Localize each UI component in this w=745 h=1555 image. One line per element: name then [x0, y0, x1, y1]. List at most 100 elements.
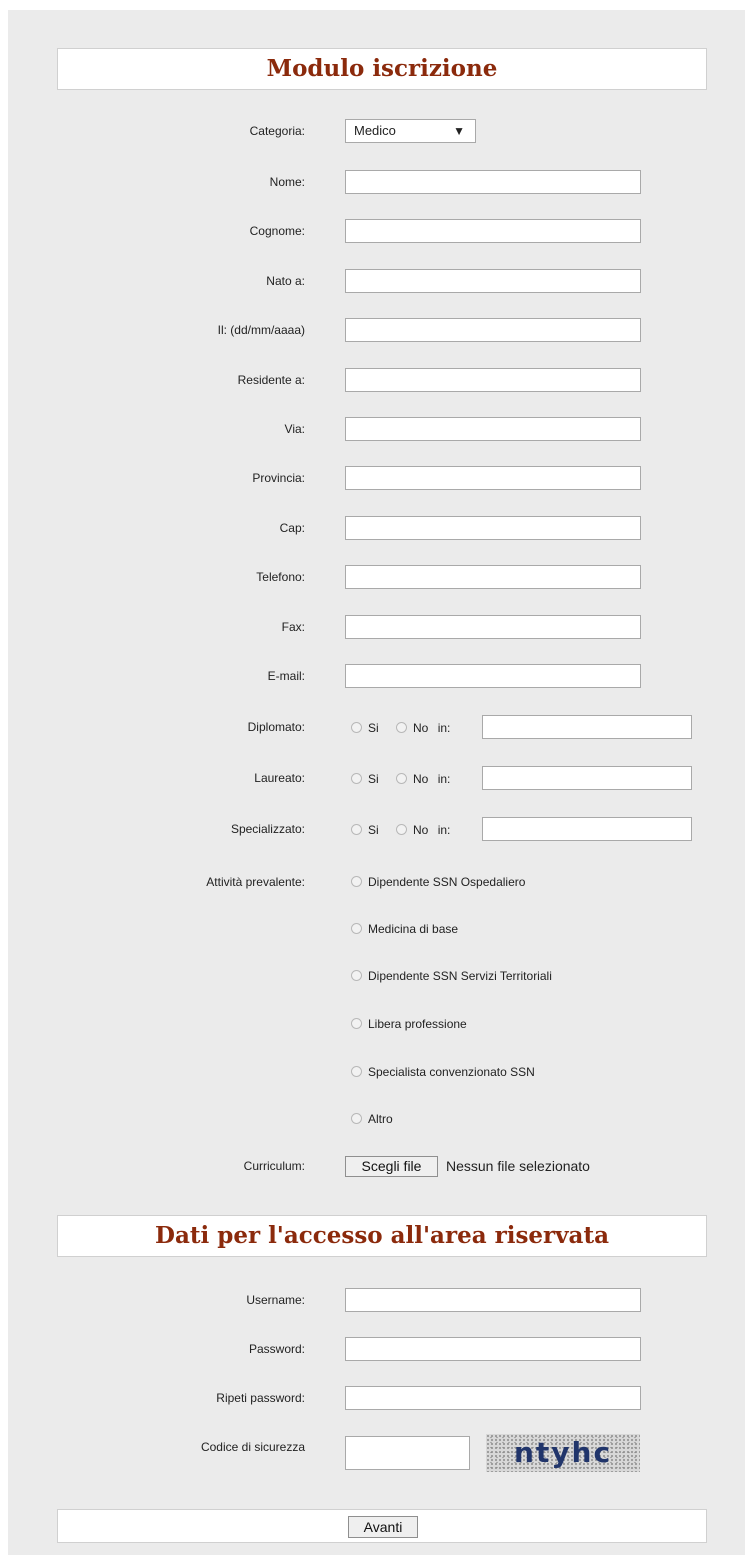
si-label: Si: [368, 720, 379, 735]
laureato-no-radio[interactable]: [396, 773, 408, 785]
laureato-label: Laureato:: [254, 771, 305, 785]
password-label: Password:: [248, 1342, 305, 1356]
no-label: No: [413, 720, 429, 735]
repeat-password-label: Ripeti password:: [216, 1391, 305, 1405]
fax-input[interactable]: [345, 615, 641, 639]
form-footer: Avanti: [57, 1509, 707, 1543]
diplomato-options: Si No in:: [351, 715, 450, 740]
provincia-label: Provincia:: [252, 471, 305, 485]
row-nome: Nome:: [0, 170, 745, 196]
no-label: No: [413, 771, 429, 786]
specializzato-si-radio[interactable]: [351, 824, 362, 836]
in-label: in:: [437, 771, 451, 786]
row-nato-a: Nato a:: [0, 269, 745, 295]
provincia-input[interactable]: [345, 466, 641, 490]
password-input[interactable]: [345, 1337, 641, 1361]
row-username: Username:: [0, 1288, 745, 1314]
activity-option-label: Medicina di base: [368, 921, 459, 936]
si-label: Si: [368, 771, 379, 786]
activity-option-label: Altro: [368, 1111, 393, 1126]
email-input[interactable]: [345, 664, 641, 688]
activity-radio[interactable]: [351, 970, 362, 982]
row-residente: Residente a:: [0, 368, 745, 394]
row-data-nascita: Il: (dd/mm/aaaa): [0, 318, 745, 344]
security-code-input[interactable]: [345, 1436, 470, 1470]
activity-option[interactable]: Altro: [351, 1108, 393, 1129]
activity-radio[interactable]: [351, 876, 362, 888]
row-diplomato: Diplomato: Si No in:: [0, 715, 745, 741]
activity-option-label: Libera professione: [368, 1016, 467, 1031]
specializzato-label: Specializzato:: [230, 822, 305, 836]
row-curriculum: Curriculum: Scegli file Nessun file sele…: [0, 1156, 745, 1182]
username-input[interactable]: [345, 1288, 641, 1312]
laureato-options: Si No in:: [351, 766, 450, 791]
data-nascita-label: Il: (dd/mm/aaaa): [217, 323, 305, 337]
nome-input[interactable]: [345, 170, 641, 194]
row-repeat-password: Ripeti password:: [0, 1386, 745, 1412]
nato-a-label: Nato a:: [266, 274, 305, 288]
row-email: E-mail:: [0, 664, 745, 690]
activity-radio[interactable]: [351, 1066, 362, 1078]
data-nascita-input[interactable]: [345, 318, 641, 342]
activity-option-label: Dipendente SSN Servizi Territoriali: [368, 968, 552, 983]
diplomato-in-input[interactable]: [482, 715, 692, 739]
security-code-label: Codice di sicurezza: [200, 1440, 305, 1454]
captcha-image: ntyhc: [486, 1434, 640, 1472]
nato-a-input[interactable]: [345, 269, 641, 293]
via-input[interactable]: [345, 417, 641, 441]
activity-option[interactable]: Specialista convenzionato SSN: [351, 1061, 535, 1082]
laureato-si-radio[interactable]: [351, 773, 362, 785]
telefono-label: Telefono:: [256, 570, 305, 584]
activity-option-label: Specialista convenzionato SSN: [368, 1064, 535, 1079]
categoria-value: Medico: [354, 123, 396, 138]
no-label: No: [413, 822, 429, 837]
email-label: E-mail:: [267, 669, 305, 683]
si-label: Si: [368, 822, 379, 837]
row-laureato: Laureato: Si No in:: [0, 766, 745, 792]
activity-option[interactable]: Medicina di base: [351, 918, 458, 939]
diplomato-no-radio[interactable]: [396, 722, 408, 734]
categoria-label: Categoria:: [249, 124, 305, 138]
via-label: Via:: [284, 422, 305, 436]
row-via: Via:: [0, 417, 745, 443]
categoria-select[interactable]: Medico ▼: [345, 119, 476, 143]
in-label: in:: [437, 822, 451, 837]
cognome-input[interactable]: [345, 219, 641, 243]
cognome-label: Cognome:: [249, 224, 305, 238]
activity-option-label: Dipendente SSN Ospedaliero: [368, 874, 526, 889]
nome-label: Nome:: [269, 175, 305, 189]
activity-option[interactable]: Dipendente SSN Ospedaliero: [351, 871, 525, 892]
in-label: in:: [437, 720, 451, 735]
diplomato-si-radio[interactable]: [351, 722, 362, 734]
activity-radio[interactable]: [351, 1018, 362, 1030]
specializzato-no-radio[interactable]: [396, 824, 408, 836]
activity-option[interactable]: Libera professione: [351, 1013, 467, 1034]
diplomato-label: Diplomato:: [247, 720, 305, 734]
row-specializzato: Specializzato: Si No in:: [0, 817, 745, 843]
row-cap: Cap:: [0, 516, 745, 542]
avanti-button[interactable]: Avanti: [348, 1516, 418, 1538]
activity-radio[interactable]: [351, 1113, 362, 1125]
cap-input[interactable]: [345, 516, 641, 540]
chevron-down-icon: ▼: [453, 124, 465, 138]
residente-input[interactable]: [345, 368, 641, 392]
curriculum-label: Curriculum:: [243, 1159, 305, 1173]
file-status: Nessun file selezionato: [446, 1158, 590, 1174]
row-categoria: Categoria: Medico ▼: [0, 119, 745, 145]
choose-file-button[interactable]: Scegli file: [345, 1156, 438, 1177]
row-fax: Fax:: [0, 615, 745, 641]
repeat-password-input[interactable]: [345, 1386, 641, 1410]
laureato-in-input[interactable]: [482, 766, 692, 790]
attivita-label: Attività prevalente:: [206, 875, 305, 889]
activity-option[interactable]: Dipendente SSN Servizi Territoriali: [351, 965, 552, 986]
cap-label: Cap:: [279, 521, 305, 535]
row-security-code: Codice di sicurezza ntyhc: [0, 1434, 745, 1472]
activity-radio[interactable]: [351, 923, 362, 935]
row-password: Password:: [0, 1337, 745, 1363]
row-cognome: Cognome:: [0, 219, 745, 245]
form-title: Modulo iscrizione: [57, 48, 707, 90]
specializzato-in-input[interactable]: [482, 817, 692, 841]
telefono-input[interactable]: [345, 565, 641, 589]
username-label: Username:: [246, 1293, 305, 1307]
residente-label: Residente a:: [237, 373, 305, 387]
